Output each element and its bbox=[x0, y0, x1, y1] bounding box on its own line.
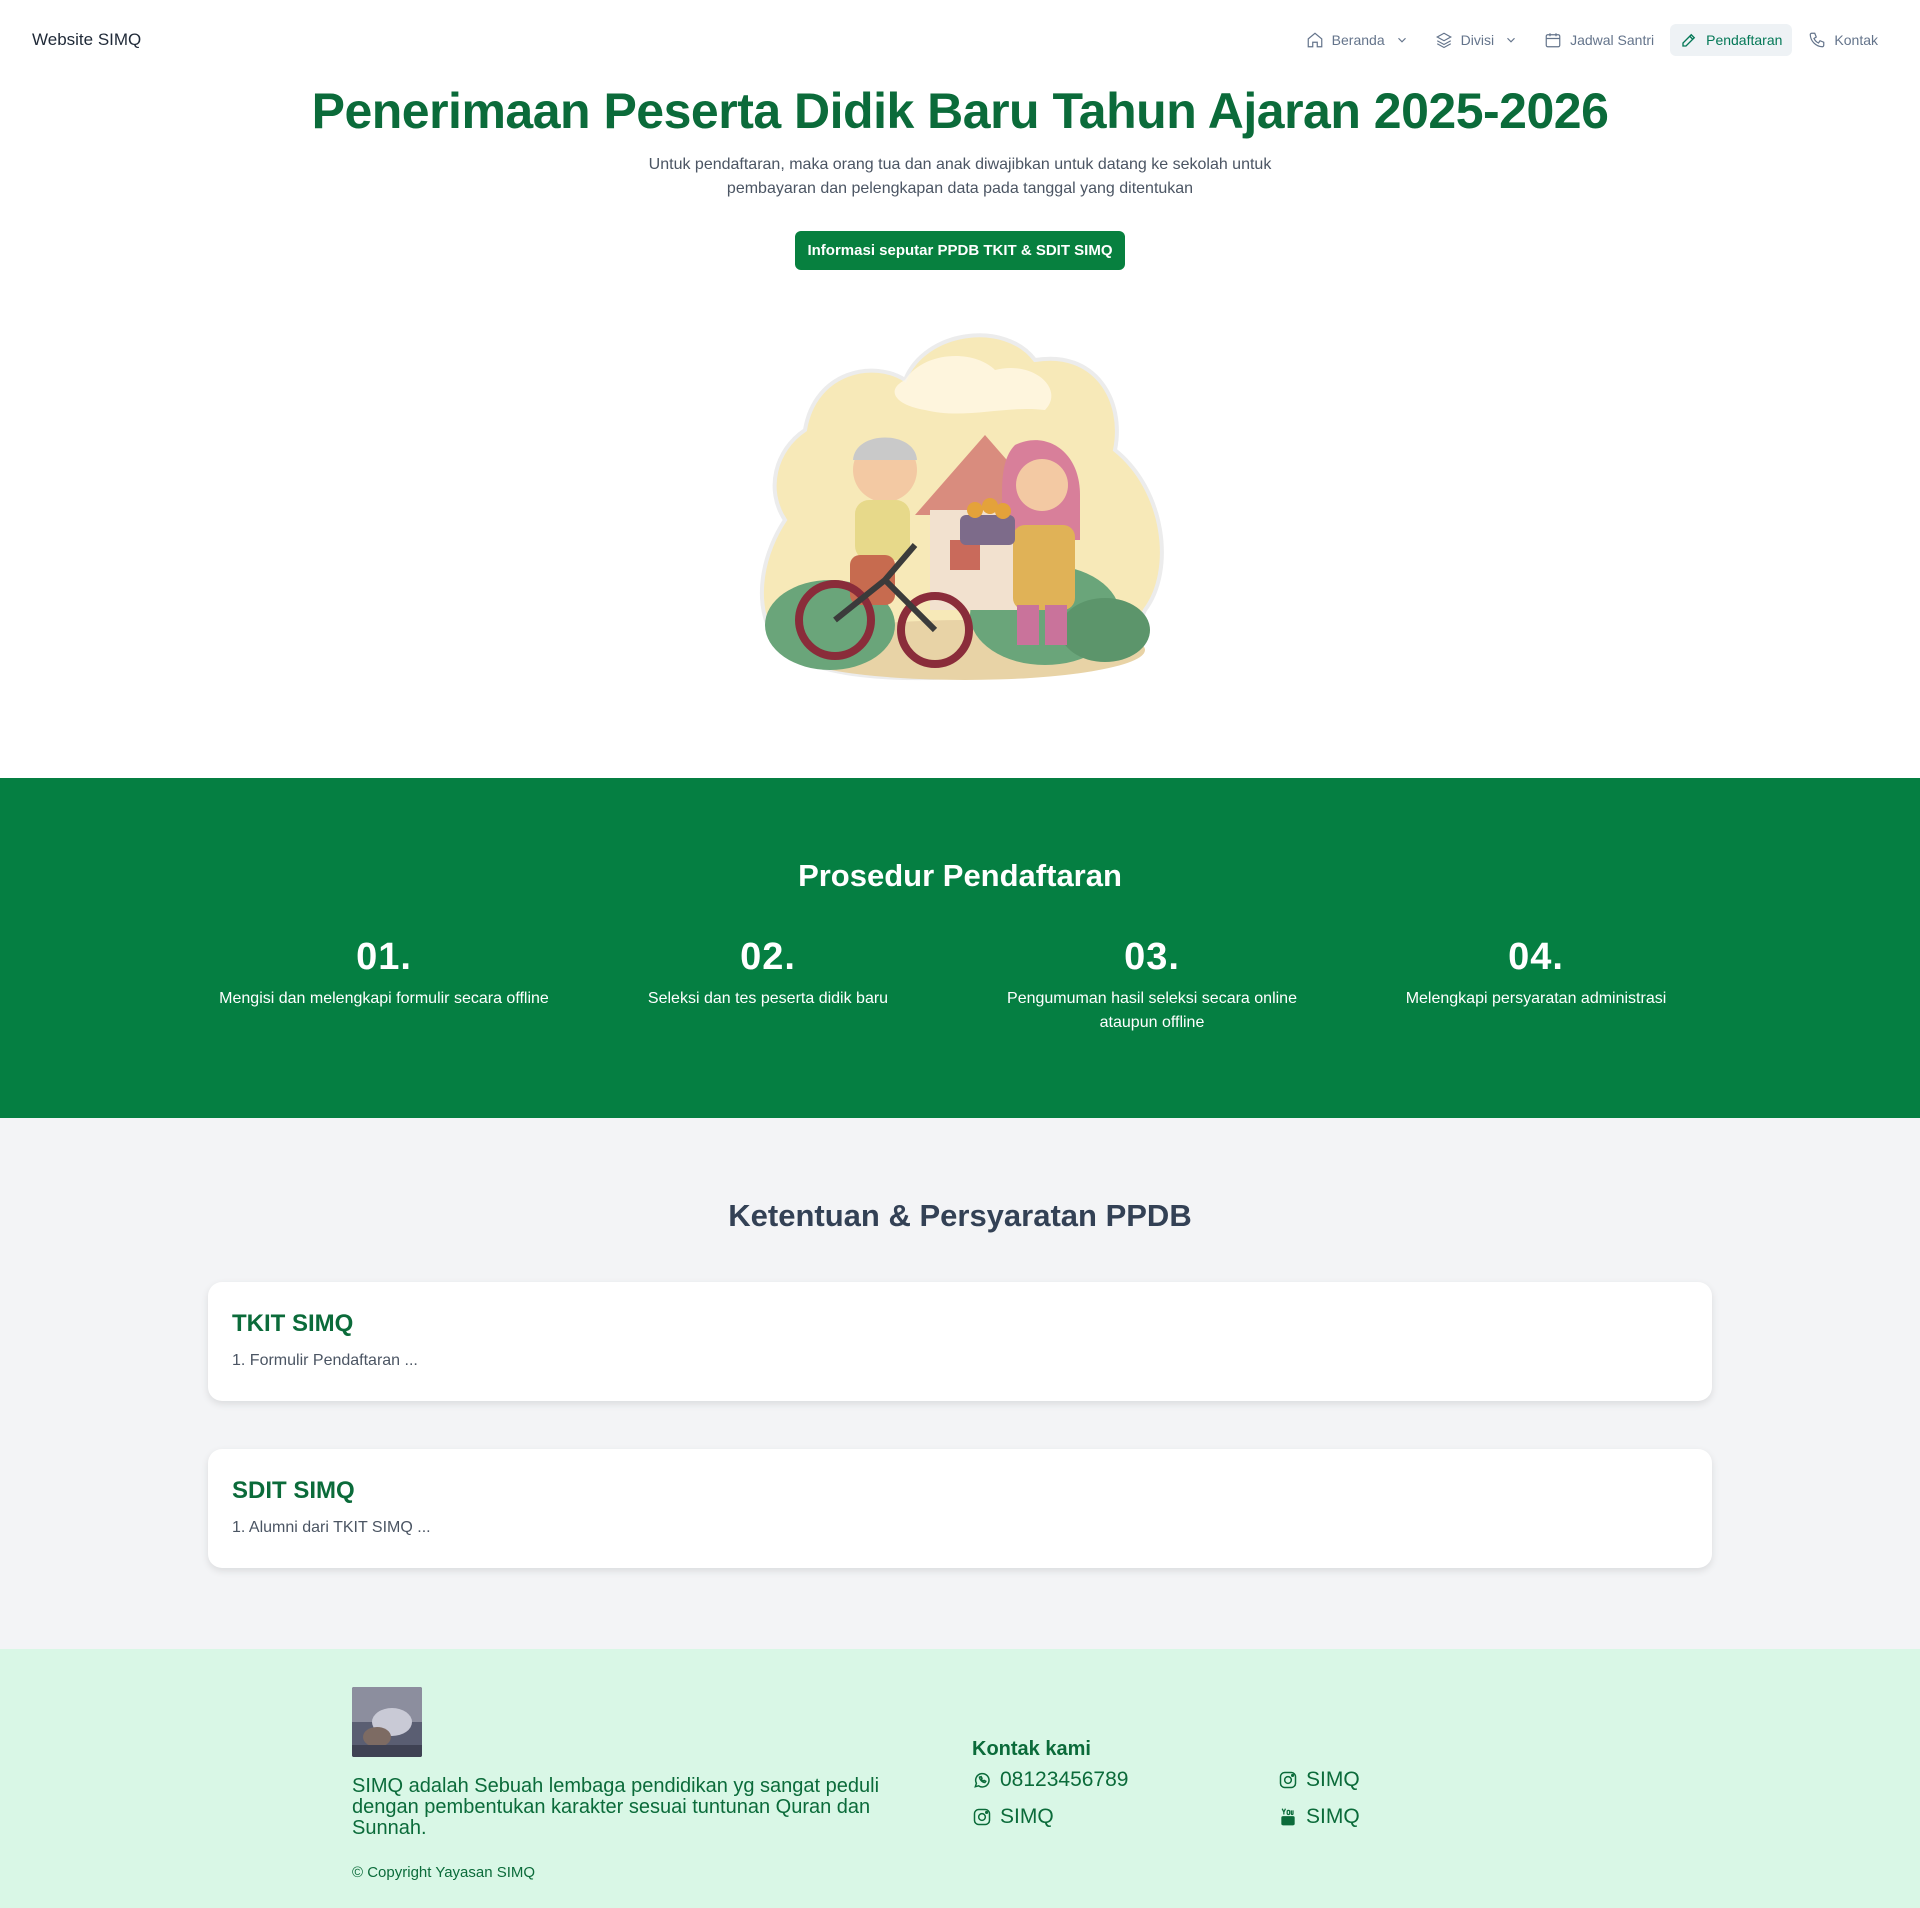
nav-item-jadwal-santri[interactable]: Jadwal Santri bbox=[1534, 24, 1664, 56]
card-text: 1. Formulir Pendaftaran ... bbox=[232, 1352, 418, 1369]
nav-item-label: Kontak bbox=[1834, 32, 1878, 48]
step-text: Seleksi dan tes peserta didik baru bbox=[647, 990, 889, 1007]
instagram-link[interactable]: SIMQ bbox=[972, 1805, 1054, 1829]
logo bbox=[352, 1687, 422, 1757]
whatsapp-link[interactable]: 08123456789 bbox=[972, 1768, 1128, 1792]
steps-list: 01. Mengisi dan melengkapi formulir seca… bbox=[0, 936, 1920, 1035]
youtube-icon bbox=[1281, 1808, 1295, 1826]
nav-item-label: Jadwal Santri bbox=[1570, 32, 1655, 48]
card-title: TKIT SIMQ bbox=[232, 1310, 354, 1337]
nav-item-pendaftaran[interactable]: Pendaftaran bbox=[1670, 24, 1793, 56]
step-number: 04. bbox=[1508, 936, 1564, 978]
requirement-card-sdit[interactable]: SDIT SIMQ 1. Alumni dari TKIT SIMQ ... bbox=[208, 1449, 1712, 1568]
footer-about: SIMQ adalah Sebuah lembaga pendidikan yg… bbox=[352, 1775, 880, 1839]
whatsapp-icon bbox=[974, 1772, 990, 1788]
card-title: SDIT SIMQ bbox=[232, 1477, 355, 1504]
chevron-down-icon bbox=[1507, 37, 1515, 43]
page-title: Penerimaan Peserta Didik Baru Tahun Ajar… bbox=[311, 83, 1609, 139]
contact-title: Kontak kami bbox=[972, 1738, 1091, 1760]
copyright: © Copyright Yayasan SIMQ bbox=[352, 1864, 536, 1881]
nav-item-divisi[interactable]: Divisi bbox=[1425, 24, 1528, 56]
ketentuan-section: Ketentuan & Persyaratan PPDB TKIT SIMQ 1… bbox=[0, 1118, 1920, 1649]
layers-icon bbox=[1435, 32, 1452, 49]
instagram-icon bbox=[1279, 1771, 1297, 1789]
nav-item-label: Pendaftaran bbox=[1706, 32, 1783, 48]
hero-section: Penerimaan Peserta Didik Baru Tahun Ajar… bbox=[0, 80, 1920, 778]
calendar-icon bbox=[1545, 33, 1561, 48]
nav-item-label: Beranda bbox=[1331, 32, 1385, 48]
step-text: Melengkapi persyaratan administrasi bbox=[1405, 990, 1667, 1007]
ketentuan-title: Ketentuan & Persyaratan PPDB bbox=[728, 1198, 1192, 1233]
prosedur-title: Prosedur Pendaftaran bbox=[798, 858, 1122, 893]
footer: SIMQ adalah Sebuah lembaga pendidikan yg… bbox=[0, 1649, 1920, 1908]
youtube-link[interactable]: SIMQ bbox=[1278, 1805, 1360, 1829]
step-item: 02. Seleksi dan tes peserta didik baru bbox=[576, 936, 960, 1035]
requirement-card-tkit[interactable]: TKIT SIMQ 1. Formulir Pendaftaran ... bbox=[208, 1282, 1712, 1401]
hero-subtitle: Untuk pendaftaran, maka orang tua dan an… bbox=[648, 155, 1272, 197]
instagram-label: SIMQ bbox=[1306, 1768, 1360, 1791]
nav-item-beranda[interactable]: Beranda bbox=[1296, 24, 1419, 56]
instagram-link-2[interactable]: SIMQ bbox=[1278, 1768, 1360, 1792]
youtube-label: SIMQ bbox=[1306, 1805, 1360, 1828]
ppdb-info-button[interactable]: Informasi seputar PPDB TKIT & SDIT SIMQ bbox=[795, 230, 1125, 270]
navbar: Website SIMQ Beranda Divisi Jadwal Santr… bbox=[0, 0, 1920, 80]
brand-link[interactable]: Website SIMQ bbox=[32, 30, 141, 50]
prosedur-section: Prosedur Pendaftaran 01. Mengisi dan mel… bbox=[0, 778, 1920, 1118]
home-icon bbox=[1307, 32, 1323, 48]
hero-illustration bbox=[760, 333, 1164, 681]
step-text: Pengumuman hasil seleksi secara online a… bbox=[1007, 990, 1297, 1031]
nav-item-label: Divisi bbox=[1460, 32, 1495, 48]
card-text: 1. Alumni dari TKIT SIMQ ... bbox=[232, 1519, 431, 1536]
main-menu: Beranda Divisi Jadwal Santri Pendaftaran… bbox=[1296, 24, 1888, 56]
step-number: 03. bbox=[1124, 936, 1180, 978]
chevron-down-icon bbox=[1397, 37, 1406, 43]
instagram-label: SIMQ bbox=[1000, 1805, 1054, 1828]
step-item: 01. Mengisi dan melengkapi formulir seca… bbox=[192, 936, 576, 1035]
step-number: 01. bbox=[356, 936, 412, 978]
step-item: 03. Pengumuman hasil seleksi secara onli… bbox=[960, 936, 1344, 1035]
nav-item-kontak[interactable]: Kontak bbox=[1798, 24, 1888, 56]
step-number: 02. bbox=[740, 936, 796, 978]
instagram-icon bbox=[973, 1808, 991, 1826]
whatsapp-number: 08123456789 bbox=[1000, 1768, 1129, 1791]
step-text: Mengisi dan melengkapi formulir secara o… bbox=[219, 990, 549, 1007]
phone-icon bbox=[1810, 32, 1825, 48]
pencil-icon bbox=[1682, 33, 1696, 47]
step-item: 04. Melengkapi persyaratan administrasi bbox=[1344, 936, 1728, 1035]
